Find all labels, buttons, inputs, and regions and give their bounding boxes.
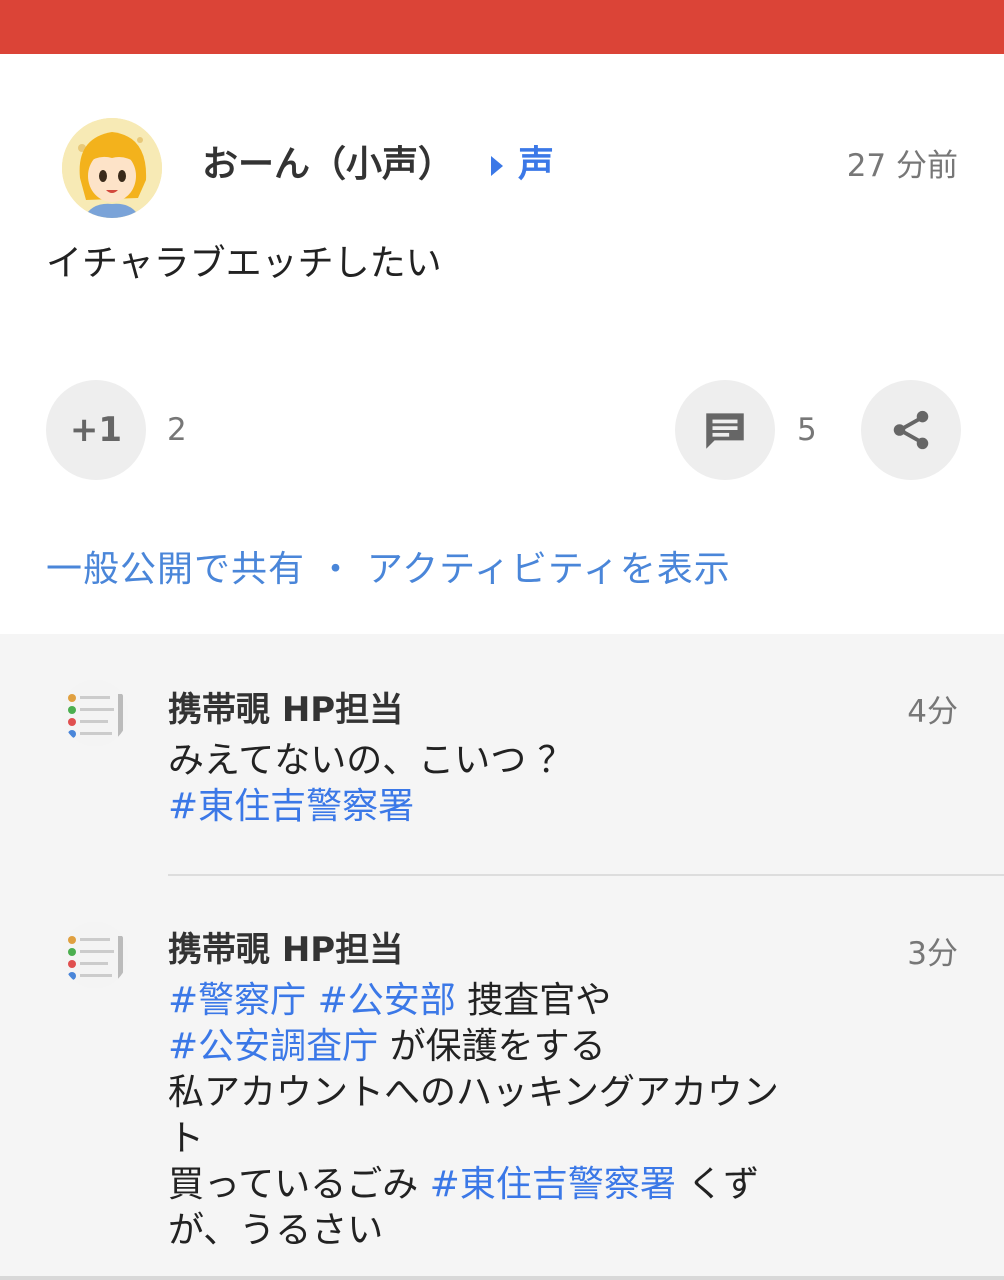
share-icon — [893, 410, 929, 450]
comment-text: 買っているごみ — [168, 1164, 430, 1205]
comment-time: 4分 — [907, 694, 958, 730]
post-author-name[interactable]: おーん（小声） — [202, 140, 454, 190]
arrow-right-icon — [491, 156, 503, 176]
comment-author[interactable]: 携帯覗 HP担当 — [168, 686, 403, 734]
commenter-avatar[interactable] — [62, 922, 128, 988]
comment-text-line: 私アカウントへのハッキングアカウン — [168, 1072, 779, 1113]
hashtag-link[interactable]: #公安調査庁 — [168, 1026, 378, 1067]
comment-button[interactable] — [675, 380, 775, 480]
hashtag-link[interactable]: #東住吉警察署 — [430, 1164, 676, 1205]
comment-count: 5 — [797, 412, 817, 448]
top-header-bar — [0, 0, 1004, 54]
comment-text-line: ト — [168, 1118, 205, 1159]
plus-one-label: +1 — [69, 410, 123, 450]
comment-text-line: みえてないの、こいつ ？ — [168, 740, 574, 781]
comment-text-line: 買っているごみ #東住吉警察署 くず — [168, 1162, 759, 1208]
post-circle-name[interactable]: 声 — [518, 140, 554, 190]
comment-author[interactable]: 携帯覗 HP担当 — [168, 926, 403, 974]
comment-time: 3分 — [907, 936, 958, 972]
hashtag-link[interactable]: #警察庁 — [168, 980, 306, 1021]
share-button[interactable] — [861, 380, 961, 480]
comment-text-line: #公安調査庁 が保護をする — [168, 1024, 606, 1070]
comment-divider — [168, 874, 1004, 876]
avatar-image — [62, 118, 162, 218]
activity-link[interactable]: 一般公開で共有 ・ アクティビティを表示 — [46, 545, 731, 595]
avatar-image — [62, 680, 128, 746]
author-avatar[interactable] — [62, 118, 162, 218]
hashtag-link[interactable]: #公安部 — [318, 980, 456, 1021]
plus-one-button[interactable]: +1 — [46, 380, 146, 480]
comment-text: くず — [675, 1164, 760, 1205]
comment-text-line: が、うるさい — [168, 1210, 384, 1251]
commenter-avatar[interactable] — [62, 680, 128, 746]
avatar-image — [62, 922, 128, 988]
comment-icon — [706, 413, 744, 449]
hashtag-link[interactable]: #東住吉警察署 — [168, 784, 414, 830]
plus-one-count: 2 — [167, 412, 187, 448]
post-body-text: イチャラブエッチしたい — [46, 243, 442, 284]
post-timestamp: 27 分前 — [846, 148, 958, 184]
comment-text: が保護をする — [378, 1026, 606, 1067]
bottom-edge — [0, 1276, 1004, 1280]
comment-text: 捜査官や — [455, 980, 612, 1021]
comment-text-line: #警察庁 #公安部 捜査官や — [168, 978, 611, 1024]
